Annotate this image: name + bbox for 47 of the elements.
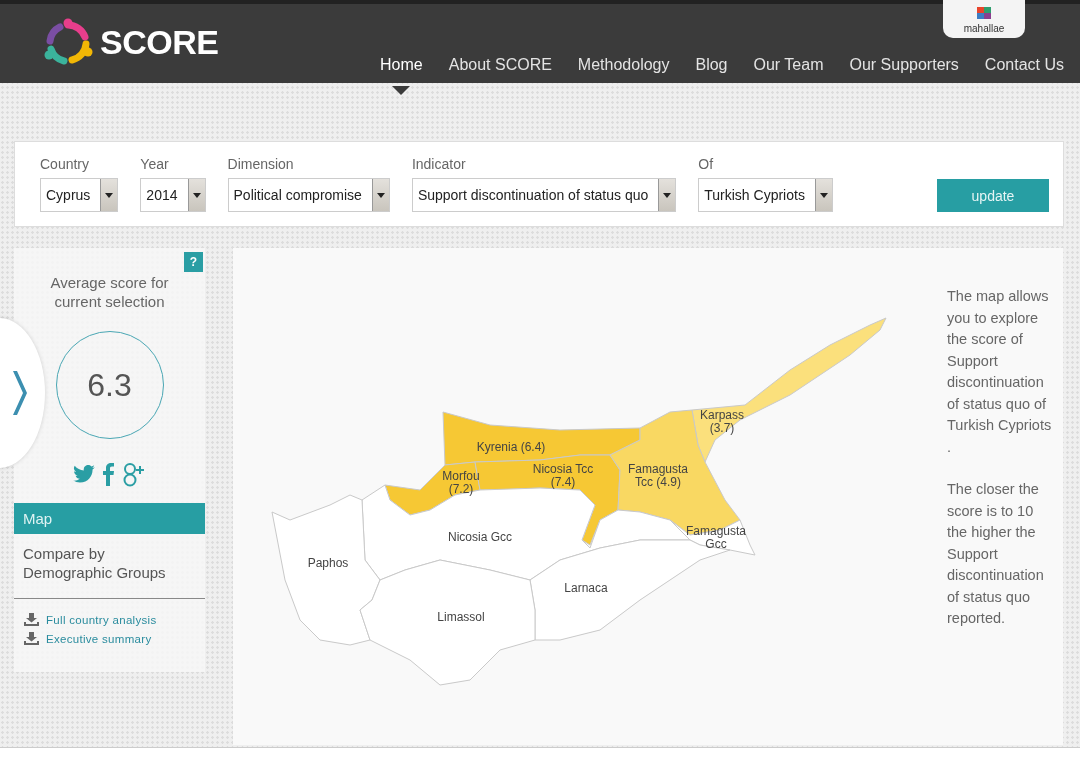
dropdown-arrow-icon xyxy=(105,192,114,198)
nav-link[interactable]: Methodology xyxy=(577,56,670,74)
dropdown-arrow-icon xyxy=(376,192,385,198)
download-icon xyxy=(24,632,39,645)
region-label: Nicosia Gcc xyxy=(448,530,512,544)
region-label: Famagusta Gcc xyxy=(686,525,746,551)
logo-text: SCORE xyxy=(100,23,219,62)
dropdown-arrow-icon xyxy=(663,192,672,198)
field-label: Country xyxy=(40,156,91,172)
nav-link[interactable]: Home xyxy=(380,56,423,74)
dropdown-arrow-icon xyxy=(192,192,201,198)
map-description: The map allows you to explore the score of Support discontinuation of status quo of Turkish Cypriots . xyxy=(947,287,1053,457)
dropdown-arrow-icon xyxy=(819,192,828,198)
nav-link[interactable]: About SCORE xyxy=(448,56,552,74)
region-label: Famagusta Tcc (4.9) xyxy=(628,463,688,489)
region-label: Paphos xyxy=(307,556,349,570)
twitter-icon[interactable] xyxy=(72,465,95,483)
field-label: Of xyxy=(698,156,715,172)
partner-badge[interactable]: mahallae xyxy=(943,0,1025,38)
field-label: Indicator xyxy=(411,156,467,172)
dropdown[interactable]: Support discontinuation of status quo xyxy=(411,178,677,212)
dropdown[interactable]: Political compromise xyxy=(227,178,390,212)
active-caret-icon xyxy=(392,86,411,95)
view-tab[interactable]: Compare by Demographic Groups xyxy=(14,538,205,588)
chevron-right-icon xyxy=(13,371,27,415)
nav-link[interactable]: Blog xyxy=(695,56,728,74)
nav-link[interactable]: Our Supporters xyxy=(849,56,959,74)
nav-link[interactable]: Contact Us xyxy=(984,56,1064,74)
field-label: Year xyxy=(140,156,170,172)
download-link[interactable]: Executive summary xyxy=(14,632,205,645)
region-label: Karpass (3.7) xyxy=(700,409,744,435)
download-icon xyxy=(24,613,39,626)
region-label: Morfou (7.2) xyxy=(442,470,480,496)
nav-link[interactable]: Our Team xyxy=(753,56,824,74)
region-label: Nicosia Tcc (7.4) xyxy=(532,463,594,489)
dropdown[interactable]: Cyprus xyxy=(40,178,119,212)
region-label: Kyrenia (6.4) xyxy=(476,440,546,454)
score-value: 6.3 xyxy=(87,366,132,404)
facebook-icon[interactable] xyxy=(101,462,114,486)
dropdown[interactable]: Turkish Cypriots xyxy=(698,178,833,212)
download-link[interactable]: Full country analysis xyxy=(14,613,205,626)
score-caption: Average score for current selection xyxy=(49,273,170,311)
region-label: Limassol xyxy=(437,610,485,624)
dropdown[interactable]: 2014 xyxy=(140,178,206,212)
region-label: Larnaca xyxy=(564,581,608,595)
field-label: Dimension xyxy=(227,156,295,172)
map-description: The closer the score is to 10 the higher the Support discontinuation of status quo reported. xyxy=(947,480,1045,628)
